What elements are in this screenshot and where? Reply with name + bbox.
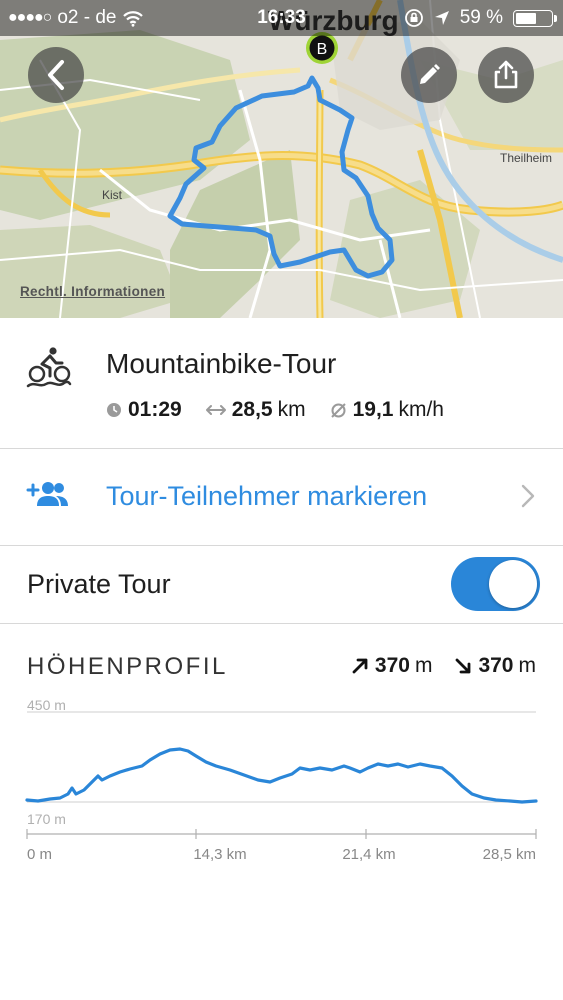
- private-tour-row: Private Tour: [0, 545, 563, 624]
- private-tour-toggle[interactable]: [451, 557, 540, 611]
- elevation-stats: 370 m 370 m: [329, 654, 536, 678]
- x-tick-label: 14,3 km: [193, 846, 246, 863]
- distance-unit: km: [277, 398, 306, 421]
- duration-value: 01:29: [128, 398, 182, 421]
- chevron-right-icon: [521, 484, 535, 508]
- elevation-profile-title: HÖHENPROFIL: [27, 653, 228, 680]
- legal-info-link[interactable]: Rechtl. Informationen: [20, 284, 165, 299]
- add-people-icon: [26, 482, 68, 506]
- elevation-line: [25, 747, 538, 804]
- duration-stat: 01:29: [106, 398, 182, 422]
- elevation-chart[interactable]: 450 m 170 m 0 m 14,3 km 21,4 km 28,5 km: [0, 690, 563, 870]
- average-icon: [330, 402, 346, 418]
- mountainbike-icon: [26, 347, 72, 388]
- tour-info-section: Mountainbike-Tour 01:29 28,5 km 19,1 km/…: [0, 318, 563, 449]
- location-arrow-icon: [434, 11, 449, 25]
- end-marker[interactable]: B: [300, 30, 344, 74]
- rotation-lock-icon: [404, 9, 423, 27]
- edit-button[interactable]: [401, 47, 457, 103]
- ascent-arrow-icon: [352, 658, 368, 674]
- x-tick-label: 0 m: [27, 846, 52, 863]
- distance-stat: 28,5 km: [205, 398, 306, 422]
- distance-arrows-icon: [205, 405, 226, 415]
- distance-value: 28,5: [231, 398, 273, 421]
- tour-type-title: Mountainbike-Tour: [106, 348, 337, 379]
- end-marker-label: B: [317, 41, 328, 58]
- x-tick-label: 28,5 km: [483, 846, 536, 863]
- map-view[interactable]: Kist Theilheim Würzburg B Rechtl. Inform…: [0, 0, 563, 318]
- descent-unit: m: [518, 654, 537, 677]
- battery-icon: [513, 9, 557, 27]
- share-button[interactable]: [478, 47, 534, 103]
- x-tick-label: 21,4 km: [342, 846, 395, 863]
- clock-icon: [107, 403, 121, 417]
- back-arrow-icon: [48, 60, 64, 90]
- ascent-stat: 370 m: [351, 654, 433, 678]
- toggle-knob: [489, 560, 537, 608]
- y-min-label: 170 m: [27, 811, 66, 827]
- tag-participants-label: Tour-Teilnehmer markieren: [106, 481, 428, 511]
- ascent-value: 370: [374, 654, 410, 677]
- share-icon: [494, 60, 518, 89]
- place-label-kist: Kist: [102, 188, 123, 202]
- ascent-unit: m: [414, 654, 433, 677]
- tag-participants-row[interactable]: Tour-Teilnehmer markieren: [0, 448, 563, 546]
- battery-percent: 59 %: [459, 7, 503, 28]
- battery-level: [516, 12, 536, 24]
- speed-value: 19,1: [352, 398, 394, 421]
- descent-arrow-icon: [456, 658, 471, 674]
- status-bar: ●●●●○ o2 - de 16:33 59 %: [0, 0, 563, 36]
- map-background: [0, 0, 563, 318]
- descent-value: 370: [478, 654, 514, 677]
- place-label-theilheim: Theilheim: [500, 151, 553, 165]
- y-max-label: 450 m: [27, 697, 66, 713]
- pencil-icon: [420, 64, 440, 84]
- status-bar-right: 59 %: [404, 7, 557, 29]
- speed-unit: km/h: [398, 398, 444, 421]
- back-button[interactable]: [28, 47, 84, 103]
- speed-stat: 19,1 km/h: [330, 398, 444, 422]
- private-tour-label: Private Tour: [27, 569, 171, 599]
- descent-stat: 370 m: [454, 654, 536, 678]
- tour-stats: 01:29 28,5 km 19,1 km/h: [106, 398, 468, 422]
